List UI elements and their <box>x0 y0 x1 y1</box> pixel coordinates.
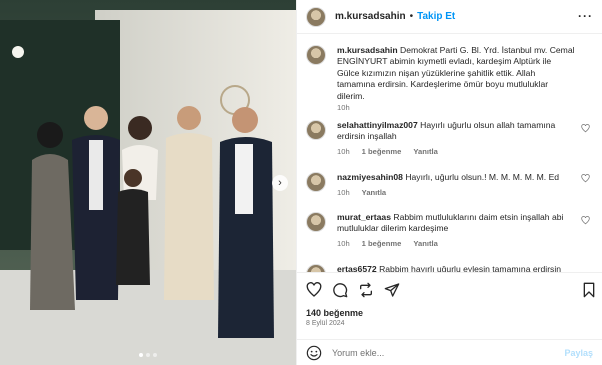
comment-bar: Paylaş <box>297 339 602 365</box>
carousel-dot <box>153 353 157 357</box>
comment-text-block: ertas6572 Rabbim hayırlı uğurlu eylesin … <box>337 264 575 272</box>
bookmark-icon[interactable] <box>581 282 597 298</box>
comments-list[interactable]: m.kursadsahin Demokrat Parti G. Bl. Yrd.… <box>297 36 602 272</box>
comment-username[interactable]: selahattinyilmaz007 <box>337 120 418 130</box>
caption-meta: 10h <box>337 103 350 112</box>
comment-time: 10h <box>337 239 350 248</box>
comment-time: 10h <box>337 147 350 156</box>
post-header: m.kursadsahin • Takip Et ··· <box>297 0 602 34</box>
comment-meta: 10h Yanıtla <box>337 188 386 197</box>
post-side-panel: m.kursadsahin • Takip Et ··· m.kursadsah… <box>296 0 602 365</box>
post-actions: 140 beğenme 8 Eylül 2024 Paylaş <box>297 272 602 365</box>
header-username[interactable]: m.kursadsahin <box>335 11 406 22</box>
heart-icon[interactable] <box>581 174 590 183</box>
comment-icon[interactable] <box>332 282 348 298</box>
comment-text-block: nazmiyesahin08 Hayırlı, uğurlu olsun.! M… <box>337 172 575 183</box>
avatar[interactable] <box>306 264 326 272</box>
comment-likes[interactable]: 1 beğenme <box>362 147 402 156</box>
comment-time: 10h <box>337 188 350 197</box>
post-date: 8 Eylül 2024 <box>306 320 345 327</box>
post-comment-button[interactable]: Paylaş <box>564 348 593 358</box>
comment-text: Rabbim hayırlı uğurlu eylesin tamamına e… <box>379 264 562 272</box>
share-icon[interactable] <box>384 282 400 298</box>
caption-time: 10h <box>337 103 350 112</box>
caption-text-block: m.kursadsahin Demokrat Parti G. Bl. Yrd.… <box>337 45 575 102</box>
caption-username[interactable]: m.kursadsahin <box>337 45 398 55</box>
avatar[interactable] <box>306 6 326 27</box>
carousel-dots <box>0 353 296 357</box>
post-photo[interactable]: › <box>0 0 296 365</box>
comment-username[interactable]: ertas6572 <box>337 264 377 272</box>
comment-username[interactable]: murat_ertaas <box>337 212 391 222</box>
avatar[interactable] <box>306 120 326 140</box>
header-separator: • <box>409 11 414 22</box>
avatar[interactable] <box>306 212 326 232</box>
repost-icon[interactable] <box>358 282 374 298</box>
instagram-post: › m.kursadsahin • Takip Et ··· m.kursads… <box>0 0 602 365</box>
carousel-next-button[interactable]: › <box>272 175 288 191</box>
comment-input[interactable] <box>332 348 532 358</box>
reply-button[interactable]: Yanıtla <box>413 239 437 248</box>
more-options-icon[interactable]: ··· <box>578 9 593 23</box>
carousel-dot <box>146 353 150 357</box>
reply-button[interactable]: Yanıtla <box>362 188 386 197</box>
comment-likes[interactable]: 1 beğenme <box>362 239 402 248</box>
comment-meta: 10h 1 beğenme Yanıtla <box>337 239 438 248</box>
heart-icon[interactable] <box>581 124 590 133</box>
photo-illustration <box>0 0 296 365</box>
likes-count[interactable]: 140 beğenme <box>306 308 363 318</box>
comment-meta: 10h 1 beğenme Yanıtla <box>337 147 438 156</box>
emoji-icon[interactable] <box>306 345 322 361</box>
carousel-dot <box>139 353 143 357</box>
comment-username[interactable]: nazmiyesahin08 <box>337 172 403 182</box>
comment-text-block: murat_ertaas Rabbim mutluluklarını daim … <box>337 212 575 235</box>
avatar[interactable] <box>306 172 326 192</box>
avatar[interactable] <box>306 45 326 65</box>
comment-text-block: selahattinyilmaz007 Hayırlı uğurlu olsun… <box>337 120 575 143</box>
follow-button[interactable]: Takip Et <box>417 11 455 22</box>
heart-icon[interactable] <box>306 282 322 298</box>
heart-icon[interactable] <box>581 216 590 225</box>
reply-button[interactable]: Yanıtla <box>413 147 437 156</box>
comment-text: Hayırlı, uğurlu olsun.! M. M. M. M. M. E… <box>405 172 560 182</box>
